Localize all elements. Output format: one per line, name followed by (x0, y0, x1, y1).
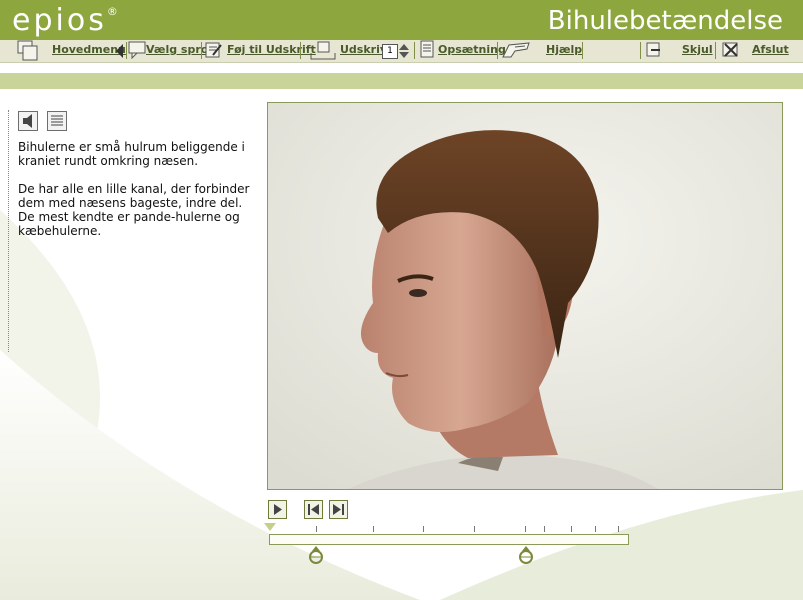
head-profile-image (268, 103, 782, 489)
cue-point-icon[interactable] (516, 545, 536, 565)
pages-icon[interactable] (16, 40, 40, 66)
timeline-tick (618, 526, 619, 532)
playhead-marker[interactable] (264, 523, 276, 531)
logo-text: epios (12, 3, 107, 38)
back-arrow-icon[interactable] (115, 43, 125, 63)
timeline-tick (525, 526, 526, 532)
menu-item-skjul[interactable]: Skjul (682, 43, 713, 56)
description-text: Bihulerne er små hulrum beliggende i kra… (18, 140, 256, 252)
spinner-arrows-icon[interactable] (398, 43, 410, 63)
close-icon[interactable] (722, 42, 740, 62)
accent-stripe (0, 73, 803, 89)
note-add-icon[interactable] (205, 41, 223, 63)
timeline-tick (474, 526, 475, 532)
previous-button[interactable] (304, 500, 323, 519)
next-button[interactable] (329, 500, 348, 519)
printer-icon[interactable] (310, 41, 336, 65)
copies-input[interactable]: 1 (382, 44, 398, 59)
speech-bubble-icon[interactable] (128, 41, 148, 63)
menu-item-afslut[interactable]: Afslut (752, 43, 789, 56)
toolbar: Hovedmenu Vælg sprog Føj til Udskrift Ud… (0, 40, 803, 63)
play-button[interactable] (268, 500, 287, 519)
text-controls (18, 111, 71, 131)
paragraph-2: De har alle en lille kanal, der forbinde… (18, 182, 250, 238)
timeline-tick (595, 526, 596, 532)
toolbar-divider (640, 42, 641, 59)
menu-item-hjaelp[interactable]: Hjælp (546, 43, 582, 56)
timeline-tick (544, 526, 545, 532)
previous-icon (308, 504, 319, 515)
play-icon (274, 504, 282, 515)
paragraph-1: Bihulerne er små hulrum beliggende i kra… (18, 140, 245, 168)
help-hand-icon[interactable] (501, 41, 533, 63)
timeline-track[interactable] (269, 534, 629, 545)
head-illustration (267, 102, 783, 490)
hide-icon[interactable] (646, 42, 662, 62)
epios-logo: epios® (12, 3, 118, 38)
toolbar-divider (126, 42, 127, 59)
timeline-tick (316, 526, 317, 532)
registered-mark: ® (106, 5, 118, 18)
toolbar-divider (582, 42, 583, 59)
toolbar-divider (414, 42, 415, 59)
toolbar-divider (300, 42, 301, 59)
next-icon (333, 504, 344, 515)
menu-item-opsaetning[interactable]: Opsætning (438, 43, 506, 56)
timeline-tick (423, 526, 424, 532)
speaker-icon[interactable] (18, 111, 38, 131)
timeline-tick (373, 526, 374, 532)
text-lines-icon[interactable] (47, 111, 68, 131)
dotted-divider (8, 110, 9, 352)
toolbar-divider (497, 42, 498, 59)
page-title: Bihulebetændelse (547, 6, 783, 36)
toolbar-divider (715, 42, 716, 59)
app-header: epios® Bihulebetændelse (0, 0, 803, 40)
toolbar-divider (201, 42, 202, 59)
menu-item-udskriv[interactable]: Udskriv (340, 43, 387, 56)
timeline-tick (571, 526, 572, 532)
cue-point-icon[interactable] (306, 545, 326, 565)
document-icon[interactable] (420, 40, 434, 64)
menu-item-foej-til-udskrift[interactable]: Føj til Udskrift (227, 43, 316, 56)
